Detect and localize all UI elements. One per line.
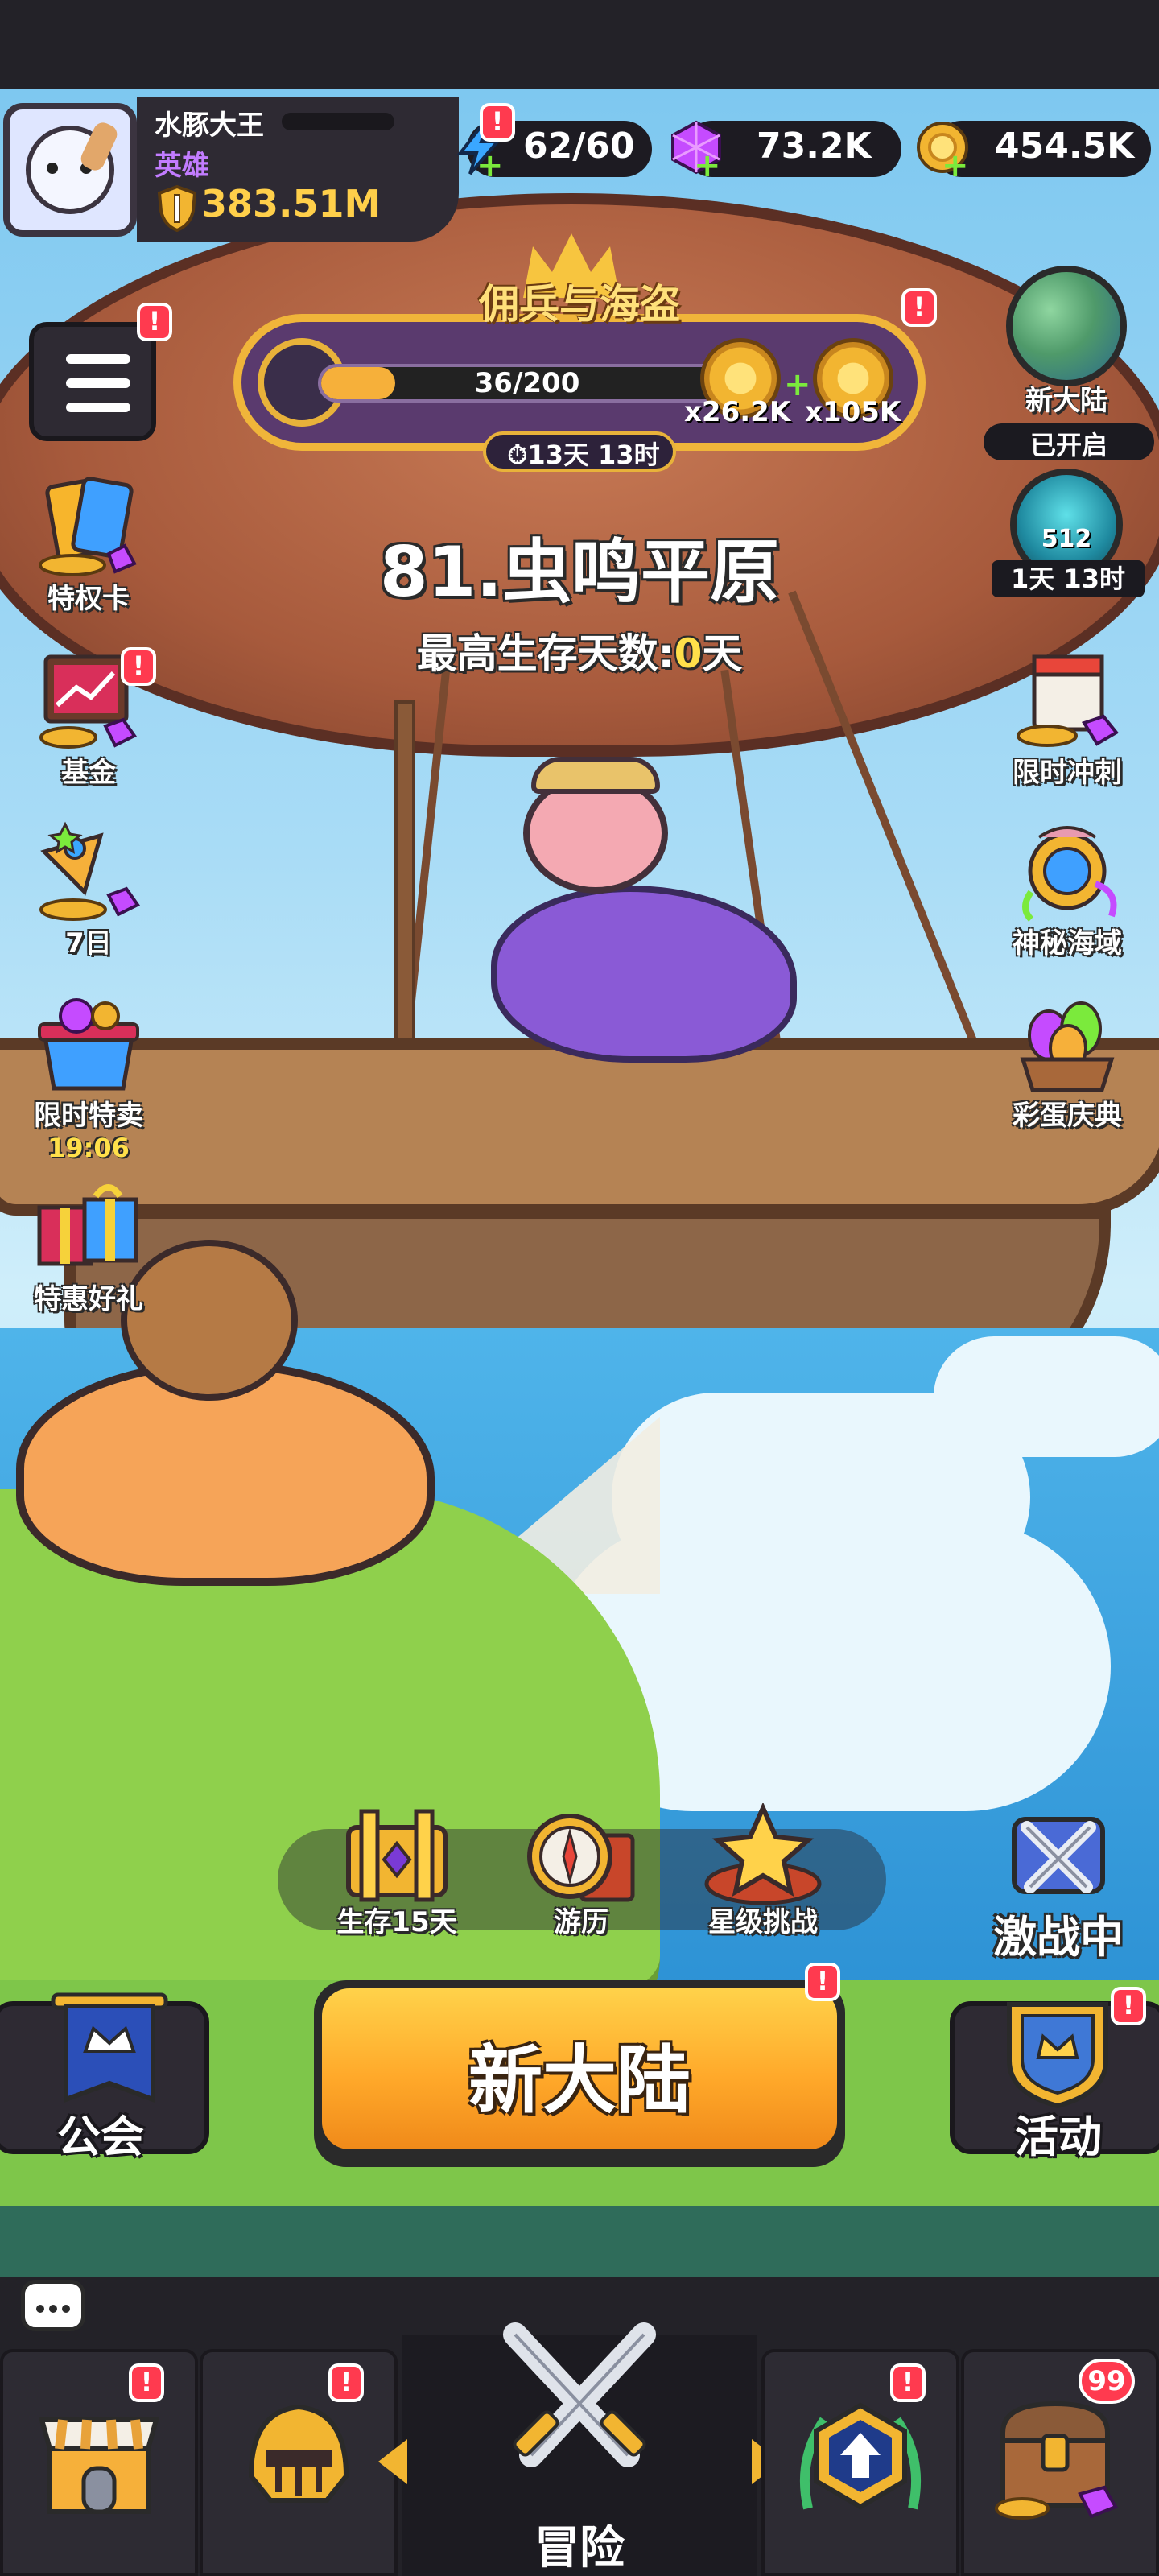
event-timer: ⏱13天 13时: [491, 435, 676, 472]
feature-survival[interactable]: 生存15天: [308, 1803, 485, 1939]
nav-left-arrow-icon: [378, 2439, 407, 2484]
chat-dot: [36, 2305, 44, 2313]
feature-travel[interactable]: 游历: [493, 1803, 670, 1939]
stage-subtitle: 最高生存天数:0天: [0, 621, 1159, 679]
side-item-label: 特惠好礼: [34, 1283, 143, 1315]
upgrade-alert-badge: !: [890, 2363, 926, 2402]
side-item-limited-sprint[interactable]: 限时冲刺: [987, 649, 1148, 790]
event-timer-text: 13天 13时: [527, 440, 660, 470]
new-continent-globe-icon[interactable]: [1006, 266, 1127, 386]
reward-amount-1: x26.2K: [684, 396, 791, 428]
chat-dot: [49, 2305, 57, 2313]
side-item-seven-day[interactable]: 7日: [8, 819, 169, 960]
upgrade-arrow-icon: [799, 2402, 922, 2510]
player-title: 英雄: [155, 150, 209, 182]
survival-chest-icon: [346, 1809, 448, 1902]
feature-star-challenge[interactable]: 星级挑战: [674, 1802, 852, 1939]
activity-button-label: 活动: [1015, 2112, 1102, 2162]
player-avatar[interactable]: [3, 103, 137, 237]
side-item-mystery-sea[interactable]: 神秘海域: [987, 819, 1148, 960]
crossed-swords-icon[interactable]: [998, 1803, 1119, 1908]
stage-subtitle-suffix: 天: [702, 630, 743, 677]
side-item-label: 限时冲刺: [1013, 757, 1122, 789]
side-item-egg-festival[interactable]: 彩蛋庆典: [987, 992, 1148, 1133]
shop-alert-badge: !: [129, 2363, 164, 2402]
battle-status-label[interactable]: 激战中: [966, 1901, 1151, 1965]
treasure-chest-icon: [995, 2401, 1118, 2520]
bushes: [0, 2206, 1159, 2278]
side-item-special-gift[interactable]: 特惠好礼: [8, 1175, 169, 1316]
side-item-label: 限时特卖: [34, 1100, 143, 1132]
privilege-card-icon: [39, 477, 137, 576]
event-title: 佣兵与海盗: [479, 281, 680, 328]
helmet-icon: [248, 2404, 349, 2503]
coins-plus-icon[interactable]: +: [942, 150, 969, 182]
new-continent-status: 已开启: [1029, 430, 1107, 460]
portal-ring-number: 512: [1041, 525, 1092, 553]
menu-line: [66, 354, 130, 364]
side-item-label: 彩蛋庆典: [1013, 1100, 1122, 1132]
event-alert-badge: !: [901, 288, 937, 327]
stage-subtitle-prefix: 最高生存天数:: [416, 630, 674, 677]
chat-dot: [62, 2305, 70, 2313]
menu-line: [66, 378, 130, 388]
coins-value: 454.5K: [995, 126, 1135, 167]
menu-line: [66, 402, 130, 412]
new-continent-label: 新大陆: [1025, 385, 1107, 417]
side-item-limited-sale[interactable]: 限时特卖 19:06: [8, 992, 169, 1163]
special-gift-icon: [37, 1184, 138, 1266]
status-bar: [0, 0, 1159, 89]
equipment-alert-badge: !: [328, 2363, 364, 2402]
main-button-alert-badge: !: [805, 1963, 840, 2001]
airship-deck: [0, 1038, 1159, 1216]
side-item-label: 7日: [65, 927, 112, 960]
star-challenge-icon: [704, 1802, 822, 1905]
travel-compass-icon: [527, 1814, 635, 1902]
energy-alert-badge: !: [480, 103, 515, 142]
fund-alert-badge: !: [121, 647, 156, 686]
guild-button-label: 公会: [57, 2112, 144, 2162]
egg-festival-icon: [1020, 1001, 1115, 1092]
side-item-label: 基金: [61, 757, 116, 789]
player-name: 水豚大王: [155, 109, 264, 142]
chest-count-badge: 99: [1079, 2359, 1135, 2404]
portal-ring-timer: 1天 13时: [992, 560, 1145, 597]
limited-sale-timer: 19:06: [47, 1133, 130, 1163]
player-name-bar: [282, 113, 394, 130]
gems-plus-icon[interactable]: +: [694, 150, 721, 182]
power-value: 383.51M: [201, 182, 382, 225]
seven-day-icon: [39, 821, 140, 921]
guild-banner-icon: [51, 1992, 168, 2103]
adventure-swords-icon: [503, 2322, 656, 2467]
reward-plus-icon: +: [784, 366, 811, 403]
activity-alert-badge: !: [1111, 1987, 1146, 2025]
shop-icon: [39, 2417, 159, 2514]
limited-sprint-icon: [1017, 654, 1120, 747]
mystery-sea-icon: [1022, 826, 1117, 922]
stage-title: 81.虫鸣平原: [379, 532, 780, 613]
energy-plus-icon[interactable]: +: [476, 150, 504, 182]
main-button-label: 新大陆: [468, 2037, 691, 2124]
gems-value: 73.2K: [757, 126, 872, 167]
energy-value: 62/60: [523, 126, 635, 167]
chat-button[interactable]: [21, 2280, 85, 2331]
side-item-privilege-card[interactable]: 特权卡: [8, 475, 169, 616]
pig-hat: [531, 757, 660, 794]
reward-amount-2: x105K: [805, 396, 901, 428]
event-progress-text: 36/200: [474, 367, 580, 399]
nav-adventure-label: 冒险: [534, 2522, 625, 2574]
activity-crest-icon: [1007, 2002, 1108, 2109]
limited-sale-icon: [38, 998, 139, 1091]
side-item-label: 神秘海域: [1013, 927, 1122, 960]
stopwatch-icon: ⏱: [507, 440, 528, 470]
side-item-label: 特权卡: [47, 583, 130, 615]
stage-subtitle-value: 0: [674, 630, 703, 677]
sword-shield-icon: [157, 184, 197, 233]
cloud: [934, 1336, 1159, 1457]
main-menu-button[interactable]: [29, 322, 156, 441]
